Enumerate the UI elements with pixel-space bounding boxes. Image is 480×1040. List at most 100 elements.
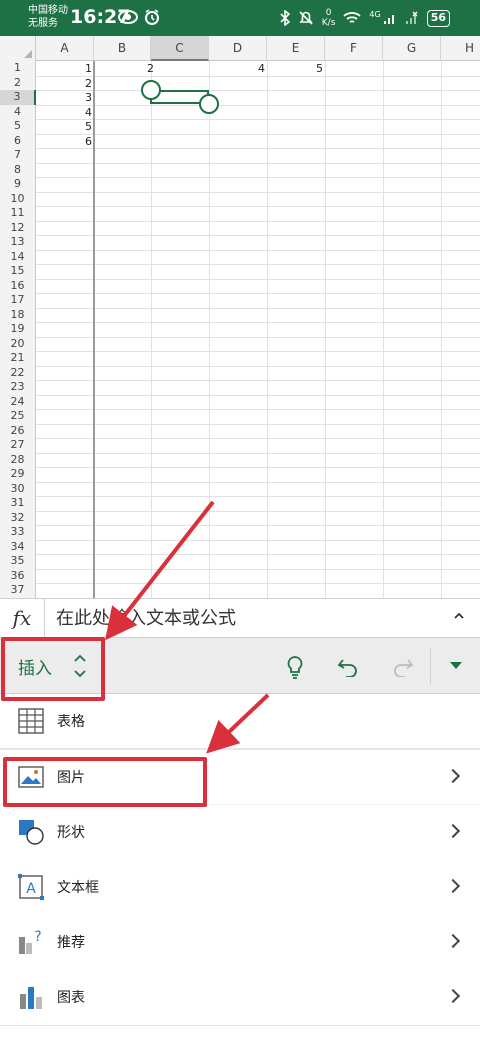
cell-a5[interactable]: 5 — [85, 120, 92, 134]
row-header-15[interactable]: 15 — [0, 264, 36, 279]
lightbulb-button[interactable] — [280, 652, 310, 682]
row-header-20[interactable]: 20 — [0, 336, 36, 351]
menu-item-label: 图片 — [57, 770, 85, 786]
grid-row-line — [36, 554, 480, 555]
select-all-corner[interactable] — [0, 36, 36, 61]
cell-a2[interactable]: 2 — [85, 77, 92, 91]
menu-item-picture[interactable]: 图片 — [0, 750, 480, 805]
undo-button[interactable] — [333, 652, 363, 682]
grid-column-line — [209, 61, 210, 598]
row-header-2[interactable]: 2 — [0, 75, 36, 90]
row-header-11[interactable]: 11 — [0, 206, 36, 221]
cell-a6[interactable]: 6 — [85, 135, 92, 149]
formula-bar: fx — [0, 598, 480, 638]
menu-item-textbox[interactable]: A 文本框 — [0, 860, 480, 915]
column-header-f[interactable]: F — [325, 36, 383, 61]
status-bar: 中国移动 无服务 16:27 0 K/s 4G 56 — [0, 0, 480, 36]
row-header-10[interactable]: 10 — [0, 191, 36, 206]
dropdown-arrow-icon[interactable] — [450, 662, 462, 669]
grid-row-line — [36, 583, 480, 584]
row-header-35[interactable]: 35 — [0, 554, 36, 569]
menu-item-table[interactable]: 表格 — [0, 694, 480, 749]
grid-column-line — [383, 61, 384, 598]
grid-column-line — [267, 61, 268, 598]
row-header-8[interactable]: 8 — [0, 162, 36, 177]
row-header-29[interactable]: 29 — [0, 467, 36, 482]
status-icons-right: 0 K/s 4G 56 — [280, 8, 450, 28]
row-header-24[interactable]: 24 — [0, 394, 36, 409]
grid-row-line — [36, 409, 480, 410]
cell-e1[interactable]: 5 — [316, 62, 323, 76]
row-header-7[interactable]: 7 — [0, 148, 36, 163]
column-header-d[interactable]: D — [209, 36, 267, 61]
menu-item-shapes[interactable]: 形状 — [0, 805, 480, 860]
selection-handle-end[interactable] — [199, 94, 219, 114]
row-header-17[interactable]: 17 — [0, 293, 36, 308]
cell-a3[interactable]: 3 — [85, 91, 92, 105]
chevron-up-icon[interactable] — [452, 609, 466, 623]
row-header-32[interactable]: 32 — [0, 510, 36, 525]
row-header-27[interactable]: 27 — [0, 438, 36, 453]
column-header-e[interactable]: E — [267, 36, 325, 61]
row-header-5[interactable]: 5 — [0, 119, 36, 134]
grid-row-line — [36, 322, 480, 323]
grid-row-line — [36, 307, 480, 309]
row-header-19[interactable]: 19 — [0, 322, 36, 337]
selection-handle-start[interactable] — [141, 80, 161, 100]
row-header-26[interactable]: 26 — [0, 423, 36, 438]
menu-item-label: 推荐 — [57, 935, 85, 951]
grid-row-line — [36, 423, 480, 425]
row-header-28[interactable]: 28 — [0, 452, 36, 467]
menu-item-recommended[interactable]: ? 推荐 — [0, 915, 480, 970]
row-header-12[interactable]: 12 — [0, 220, 36, 235]
row-header-36[interactable]: 36 — [0, 568, 36, 583]
row-header-33[interactable]: 33 — [0, 525, 36, 540]
fx-icon[interactable]: fx — [0, 599, 45, 637]
cell-a1[interactable]: 1 — [85, 62, 92, 76]
cell-a4[interactable]: 4 — [85, 106, 92, 120]
column-header-c[interactable]: C — [151, 36, 209, 61]
cell-d1[interactable]: 4 — [258, 62, 265, 76]
row-header-18[interactable]: 18 — [0, 307, 36, 322]
menu-item-chart[interactable]: 图表 — [0, 970, 480, 1025]
service-status: 无服务 — [28, 18, 58, 29]
grid-row-line — [36, 539, 480, 541]
spreadsheet-grid[interactable]: A B C D E F G H 1 2 3 4 5 6 7 8 9 10 11 12 13 14 15 16 1… — [0, 36, 480, 598]
row-header-21[interactable]: 21 — [0, 351, 36, 366]
row-header-6[interactable]: 6 — [0, 133, 36, 148]
grid-row-line — [36, 380, 480, 381]
formula-input[interactable] — [56, 605, 436, 631]
signal-icon — [383, 15, 394, 24]
row-header-31[interactable]: 31 — [0, 496, 36, 511]
row-header-30[interactable]: 30 — [0, 481, 36, 496]
grid-row-line — [36, 235, 480, 236]
column-header-a[interactable]: A — [36, 36, 94, 61]
alarm-icon — [145, 9, 159, 25]
row-header-13[interactable]: 13 — [0, 235, 36, 250]
network-speed-value: 0 — [325, 8, 332, 18]
grid-row-line — [36, 191, 480, 193]
row-header-1[interactable]: 1 — [0, 61, 36, 76]
row-header-22[interactable]: 22 — [0, 365, 36, 380]
row-header-4[interactable]: 4 — [0, 104, 36, 119]
grid-row-line — [36, 90, 480, 91]
column-header-b[interactable]: B — [94, 36, 151, 61]
row-header-37[interactable]: 37 — [0, 583, 36, 598]
row-header-25[interactable]: 25 — [0, 409, 36, 424]
row-header-14[interactable]: 14 — [0, 249, 36, 264]
row-header-23[interactable]: 23 — [0, 380, 36, 395]
grid-row-line — [36, 133, 480, 135]
row-header-34[interactable]: 34 — [0, 539, 36, 554]
column-header-g[interactable]: G — [383, 36, 441, 61]
ribbon-tab-selector[interactable]: 插入 — [0, 638, 106, 694]
network-speed-unit: K/s — [321, 18, 336, 28]
row-header-16[interactable]: 16 — [0, 278, 36, 293]
redo-button[interactable] — [388, 652, 418, 682]
row-header-3[interactable]: 3 — [0, 90, 36, 105]
row-header-9[interactable]: 9 — [0, 177, 36, 192]
column-header-h[interactable]: H — [441, 36, 480, 61]
cell-c1[interactable]: 2 — [147, 62, 154, 76]
ribbon-tab-label: 插入 — [18, 659, 52, 679]
grid-row-line — [36, 496, 480, 497]
grid-row-line — [36, 162, 480, 164]
